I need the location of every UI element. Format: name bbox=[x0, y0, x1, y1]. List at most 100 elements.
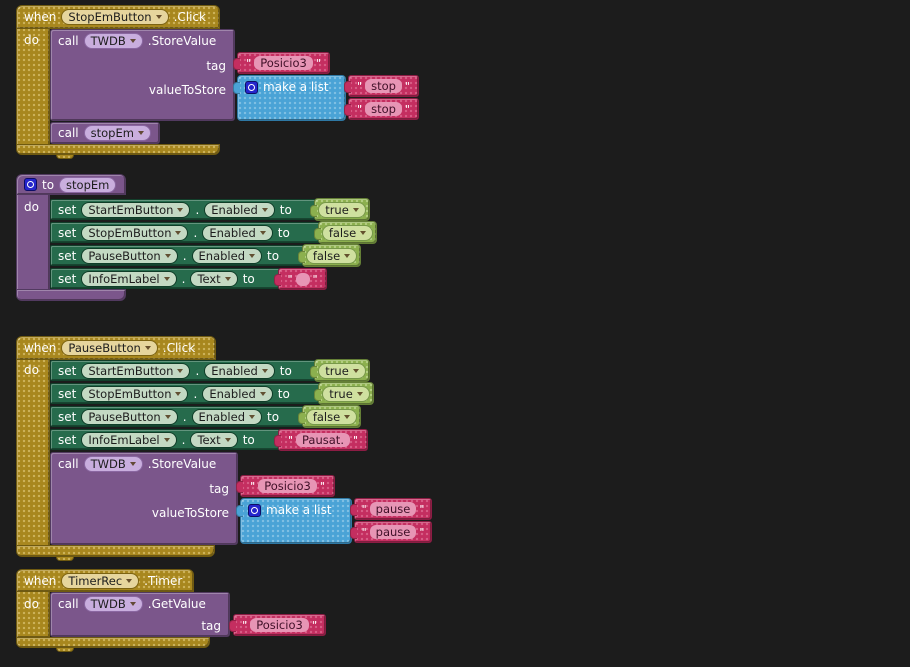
logic-value-block[interactable]: true bbox=[314, 359, 370, 382]
logic-value-block[interactable]: true bbox=[318, 382, 374, 405]
property-dropdown[interactable]: Enabled bbox=[202, 386, 272, 402]
text-string-block-item[interactable]: " stop " bbox=[348, 75, 419, 97]
text-input-field[interactable]: pause bbox=[370, 502, 417, 516]
component-dropdown[interactable]: TWDB bbox=[84, 596, 143, 612]
property-dropdown[interactable]: Text bbox=[190, 271, 237, 287]
property-dropdown[interactable]: Enabled bbox=[204, 202, 274, 218]
mutator-icon[interactable] bbox=[248, 504, 261, 517]
event-block-timerrec-timer[interactable]: when TimerRec .Timer bbox=[16, 569, 194, 592]
procedure-dropdown[interactable]: stopEm bbox=[84, 125, 151, 141]
component-dropdown-label: TimerRec bbox=[68, 574, 122, 588]
set-keyword: set bbox=[58, 272, 76, 286]
property-dropdown[interactable]: Enabled bbox=[192, 248, 262, 264]
call-storevalue-block[interactable]: call TWDB .StoreValue tag valueToStore bbox=[50, 452, 238, 545]
dropdown-arrow-icon bbox=[353, 208, 359, 212]
event-block-pausebutton-click[interactable]: when PauseButton .Click bbox=[16, 336, 216, 360]
event-block-bottom[interactable] bbox=[16, 144, 220, 155]
logic-value-block[interactable]: false bbox=[302, 244, 361, 267]
property-dropdown[interactable]: Enabled bbox=[204, 363, 274, 379]
logic-dropdown[interactable]: true bbox=[318, 363, 366, 379]
dropdown-arrow-icon bbox=[138, 131, 144, 135]
set-block[interactable]: set PauseButton . Enabled to bbox=[50, 406, 304, 427]
text-string-block-item[interactable]: " stop " bbox=[348, 98, 419, 120]
procedure-block-bottom[interactable] bbox=[16, 289, 126, 301]
mutator-icon[interactable] bbox=[245, 81, 258, 94]
close-quote: " bbox=[316, 57, 321, 70]
event-block-stopembutton-click[interactable]: when StopEmButton .Click bbox=[16, 5, 220, 29]
component-dropdown[interactable]: StopEmButton bbox=[81, 225, 188, 241]
text-input-field[interactable]: Posicio3 bbox=[250, 618, 309, 632]
event-block-bottom[interactable] bbox=[16, 637, 210, 648]
component-dropdown[interactable]: StartEmButton bbox=[81, 202, 190, 218]
text-string-block-tag[interactable]: " Posicio3 " bbox=[237, 52, 330, 74]
logic-value-block[interactable]: true bbox=[314, 198, 370, 221]
text-string-block[interactable]: " Pausat. " bbox=[278, 429, 368, 451]
component-dropdown[interactable]: TWDB bbox=[84, 33, 143, 49]
dot-separator: . bbox=[182, 433, 186, 447]
event-block-bottom[interactable] bbox=[16, 545, 215, 557]
property-dropdown[interactable]: Text bbox=[190, 432, 237, 448]
text-string-block-tag[interactable]: " Posicio3 " bbox=[233, 614, 326, 636]
call-getvalue-block[interactable]: call TWDB .GetValue tag bbox=[50, 592, 230, 637]
property-dropdown[interactable]: Enabled bbox=[202, 225, 272, 241]
make-a-list-block[interactable]: make a list bbox=[237, 75, 346, 121]
logic-dropdown[interactable]: true bbox=[322, 386, 370, 402]
text-input-field[interactable]: pause bbox=[370, 525, 417, 539]
logic-value-block[interactable]: false bbox=[318, 221, 377, 244]
component-dropdown[interactable]: StopEmButton bbox=[81, 386, 188, 402]
component-dropdown[interactable]: TimerRec bbox=[61, 573, 139, 589]
tag-arg-label: tag bbox=[201, 619, 221, 633]
mutator-icon[interactable] bbox=[24, 178, 37, 191]
component-dropdown[interactable]: InfoEmLabel bbox=[81, 271, 176, 287]
component-dropdown[interactable]: PauseButton bbox=[81, 409, 177, 425]
dropdown-arrow-icon bbox=[165, 254, 171, 258]
event-block-body[interactable] bbox=[16, 358, 50, 547]
logic-dropdown[interactable]: false bbox=[306, 409, 357, 425]
set-block[interactable]: set StartEmButton . Enabled to bbox=[50, 360, 316, 381]
text-string-block-item[interactable]: " pause " bbox=[354, 521, 432, 543]
component-dropdown[interactable]: StopEmButton bbox=[61, 9, 168, 25]
set-block[interactable]: set InfoEmLabel . Text to bbox=[50, 429, 280, 450]
component-dropdown[interactable]: PauseButton bbox=[61, 340, 157, 356]
component-dropdown[interactable]: TWDB bbox=[84, 456, 143, 472]
text-string-block-tag[interactable]: " Posicio3 " bbox=[240, 475, 335, 497]
call-procedure-block[interactable]: call stopEm bbox=[50, 122, 160, 144]
component-dropdown[interactable]: InfoEmLabel bbox=[81, 432, 176, 448]
text-input-field[interactable]: stop bbox=[365, 79, 402, 93]
set-block[interactable]: set PauseButton . Enabled to bbox=[50, 245, 304, 266]
text-input-field[interactable]: Posicio3 bbox=[258, 479, 317, 493]
text-input-field[interactable] bbox=[296, 273, 310, 286]
to-label: to bbox=[267, 249, 279, 263]
component-dropdown[interactable]: PauseButton bbox=[81, 248, 177, 264]
make-a-list-block[interactable]: make a list bbox=[240, 498, 352, 544]
component-dropdown-label: InfoEmLabel bbox=[88, 433, 159, 447]
open-quote: " bbox=[357, 80, 362, 93]
text-input-field[interactable]: Posicio3 bbox=[254, 56, 313, 70]
open-quote: " bbox=[362, 526, 367, 539]
set-block[interactable]: set InfoEmLabel . Text to bbox=[50, 268, 280, 289]
logic-value-block[interactable]: false bbox=[302, 405, 361, 428]
call-storevalue-block[interactable]: call TWDB .StoreValue tag valueToStore bbox=[50, 29, 235, 121]
logic-dropdown[interactable]: true bbox=[318, 202, 366, 218]
close-quote: " bbox=[353, 434, 358, 447]
text-input-field[interactable]: stop bbox=[365, 102, 402, 116]
property-dropdown[interactable]: Enabled bbox=[192, 409, 262, 425]
dropdown-arrow-icon bbox=[360, 231, 366, 235]
text-string-block-empty[interactable]: " " bbox=[278, 268, 327, 290]
set-block[interactable]: set StopEmButton . Enabled to bbox=[50, 222, 320, 243]
blocks-workspace[interactable]: when StopEmButton .Click do call TWDB .S… bbox=[0, 0, 910, 667]
logic-dropdown[interactable]: false bbox=[306, 248, 357, 264]
text-input-field[interactable]: Pausat. bbox=[296, 433, 350, 447]
set-block[interactable]: set StartEmButton . Enabled to bbox=[50, 199, 316, 220]
event-name-label: .Click bbox=[163, 341, 195, 355]
component-dropdown[interactable]: StartEmButton bbox=[81, 363, 190, 379]
dropdown-arrow-icon bbox=[177, 369, 183, 373]
logic-dropdown[interactable]: false bbox=[322, 225, 373, 241]
set-block[interactable]: set StopEmButton . Enabled to bbox=[50, 383, 320, 404]
procedure-name-field[interactable]: stopEm bbox=[59, 177, 116, 193]
dropdown-arrow-icon bbox=[262, 369, 268, 373]
to-label: to bbox=[278, 226, 290, 240]
procedure-block-stopem[interactable]: to stopEm bbox=[16, 174, 126, 195]
text-string-block-item[interactable]: " pause " bbox=[354, 498, 432, 520]
dropdown-arrow-icon bbox=[175, 392, 181, 396]
